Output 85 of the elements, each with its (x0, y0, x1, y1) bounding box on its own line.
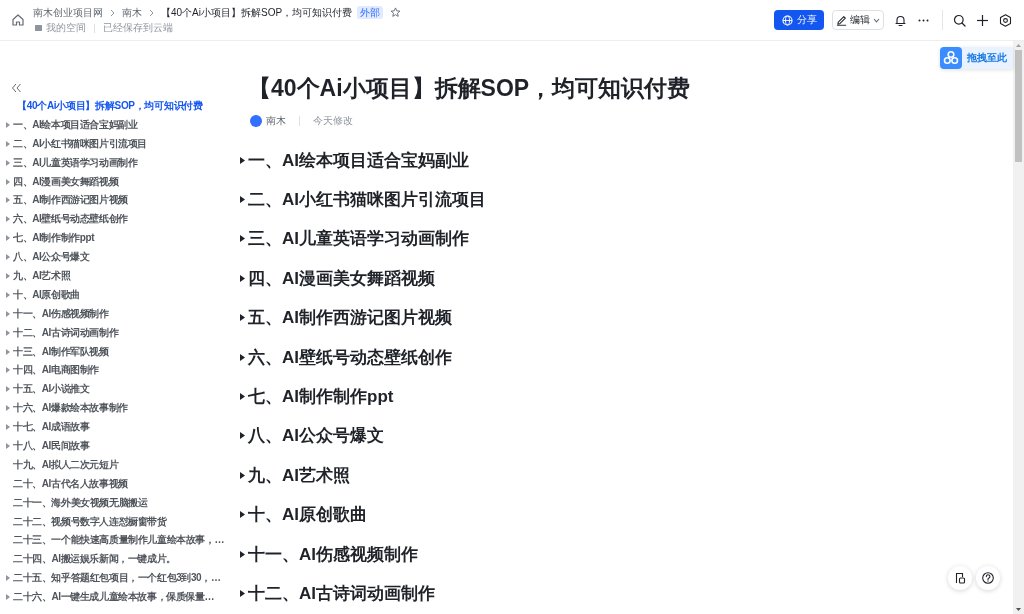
edit-button[interactable]: 编辑 (832, 10, 884, 30)
toc-item[interactable]: 六、AI壁纸号动态壁纸创作 (13, 212, 128, 227)
toc-item[interactable]: 十、AI原创歌曲 (13, 287, 80, 302)
caret-right-icon[interactable] (240, 393, 245, 401)
pencil-icon (836, 14, 847, 26)
toc-item[interactable]: 二十一、海外美女视频无脑搬运 (13, 495, 148, 510)
author-name: 南木 (266, 114, 286, 128)
toc-item[interactable]: 一、AI绘本项目适合宝妈副业 (13, 117, 138, 132)
document-title: 【40个Ai小项目】拆解SOP，均可知识付费 (248, 74, 692, 103)
globe-icon (781, 14, 793, 26)
toc-item[interactable]: 九、AI艺术照 (13, 268, 71, 283)
breadcrumb-link[interactable]: 南木 (122, 5, 142, 20)
caret-right-icon[interactable] (240, 156, 245, 164)
avatar-icon (250, 115, 262, 127)
section-heading: 三、AI儿童英语学习动画制作 (248, 228, 469, 251)
document-name: 【40个Ai小项目】拆解SOP，均可知识付费 (161, 5, 353, 20)
caret-right-icon[interactable] (240, 432, 245, 440)
caret-right-icon[interactable] (240, 590, 245, 597)
section-heading: 一、AI绘本项目适合宝妈副业 (248, 149, 469, 172)
search-icon[interactable] (953, 13, 966, 27)
toc-item[interactable]: 四、AI漫画美女舞蹈视频 (13, 174, 119, 189)
section-heading: 二、AI小红书猫咪图片引流项目 (248, 189, 486, 212)
folder-icon (35, 25, 42, 31)
toc-item[interactable]: 八、AI公众号爆文 (13, 250, 90, 265)
caret-right-icon[interactable] (240, 314, 245, 322)
section-heading: 六、AI壁纸号动态壁纸创作 (248, 346, 452, 369)
chevron-icon (149, 8, 154, 17)
section-heading: 十二、AI古诗词动画制作 (248, 583, 435, 605)
toc-item[interactable]: 十三、AI制作军队视频 (13, 344, 109, 359)
collapse-icon[interactable] (11, 83, 22, 93)
toc-item[interactable]: 二十四、AI搬运娱乐新闻，一键成片。 (13, 552, 176, 567)
breadcrumb-link[interactable]: 南木创业项目网 (33, 5, 103, 20)
toc-item[interactable]: 三、AI儿童英语学习动画制作 (13, 155, 138, 170)
toc-item[interactable]: 十一、AI伤感视频制作 (13, 306, 109, 321)
caret-right-icon[interactable] (240, 353, 245, 361)
upload-drop-button[interactable]: 拖拽至此 (940, 47, 1013, 69)
toc-item[interactable]: 二十三、一个能快速高质量制作儿童绘本故事，… (13, 533, 225, 548)
scrollbar[interactable] (1013, 41, 1024, 614)
help-icon (982, 572, 994, 584)
arrow-up-icon[interactable] (1016, 44, 1021, 47)
document-info-button[interactable] (948, 566, 972, 590)
caret-right-icon[interactable] (240, 471, 245, 479)
toc-item[interactable]: 十七、AI成语故事 (13, 420, 90, 435)
bell-icon[interactable] (894, 13, 907, 27)
section-heading: 七、AI制作制作ppt (248, 386, 394, 409)
caret-right-icon[interactable] (240, 550, 245, 558)
caret-right-icon[interactable] (240, 274, 245, 282)
star-icon[interactable] (390, 7, 402, 18)
section-heading: 十一、AI伤感视频制作 (248, 543, 418, 566)
document-icon (954, 572, 966, 584)
modified-time: 今天修改 (313, 114, 353, 128)
share-button[interactable]: 分享 (774, 10, 824, 30)
chevron-icon (110, 8, 115, 17)
toc-item[interactable]: 二十二、视频号数字人连怼橱窗带货 (13, 514, 167, 529)
caret-down-icon (873, 17, 880, 23)
toc-item[interactable]: 二十五、知乎答题红包项目，一个红包3到30，… (13, 571, 221, 586)
toc-item[interactable]: 十八、AI民间故事 (13, 438, 90, 453)
section-heading: 八、AI公众号爆文 (248, 425, 384, 448)
toc-item[interactable]: 七、AI制作制作ppt (13, 231, 95, 246)
settings-icon[interactable] (999, 13, 1012, 27)
toc-item[interactable]: 十五、AI小说推文 (13, 382, 90, 397)
toc-item[interactable]: 二十、AI古代名人故事视频 (13, 476, 128, 491)
scrollbar-thumb[interactable] (1015, 50, 1022, 162)
section-heading: 四、AI漫画美女舞蹈视频 (248, 267, 435, 290)
toc-item[interactable]: 十六、AI爆款绘本故事制作 (13, 401, 128, 416)
section-heading: 五、AI制作西游记图片视频 (248, 307, 452, 330)
toc-item[interactable]: 十九、AI拟人二次元短片 (13, 457, 119, 472)
external-tag: 外部 (357, 6, 384, 19)
save-status: 已经保存到云端 (103, 21, 173, 35)
toc-item[interactable]: 二、AI小红书猫咪图片引流项目 (13, 136, 147, 151)
caret-right-icon[interactable] (240, 235, 245, 243)
caret-right-icon[interactable] (240, 511, 245, 519)
toc-item[interactable]: 十四、AI电商图制作 (13, 363, 99, 378)
section-heading: 十、AI原创歌曲 (248, 504, 367, 527)
circles-icon (940, 47, 962, 69)
plus-icon[interactable] (976, 13, 989, 27)
toc-item[interactable]: 五、AI制作西游记图片视频 (13, 193, 128, 208)
caret-right-icon[interactable] (240, 196, 245, 204)
help-button[interactable] (976, 566, 1000, 590)
toc-item[interactable]: 二十六、AI一键生成儿童绘本故事，保质保量… (13, 590, 215, 605)
home-icon[interactable] (11, 13, 25, 27)
toc-title[interactable]: 【40个Ai小项目】拆解SOP，均可知识付费 (17, 98, 203, 113)
arrow-down-icon[interactable] (1016, 608, 1021, 611)
toc-item[interactable]: 十二、AI古诗词动画制作 (13, 325, 119, 340)
section-heading: 九、AI艺术照 (248, 464, 350, 487)
